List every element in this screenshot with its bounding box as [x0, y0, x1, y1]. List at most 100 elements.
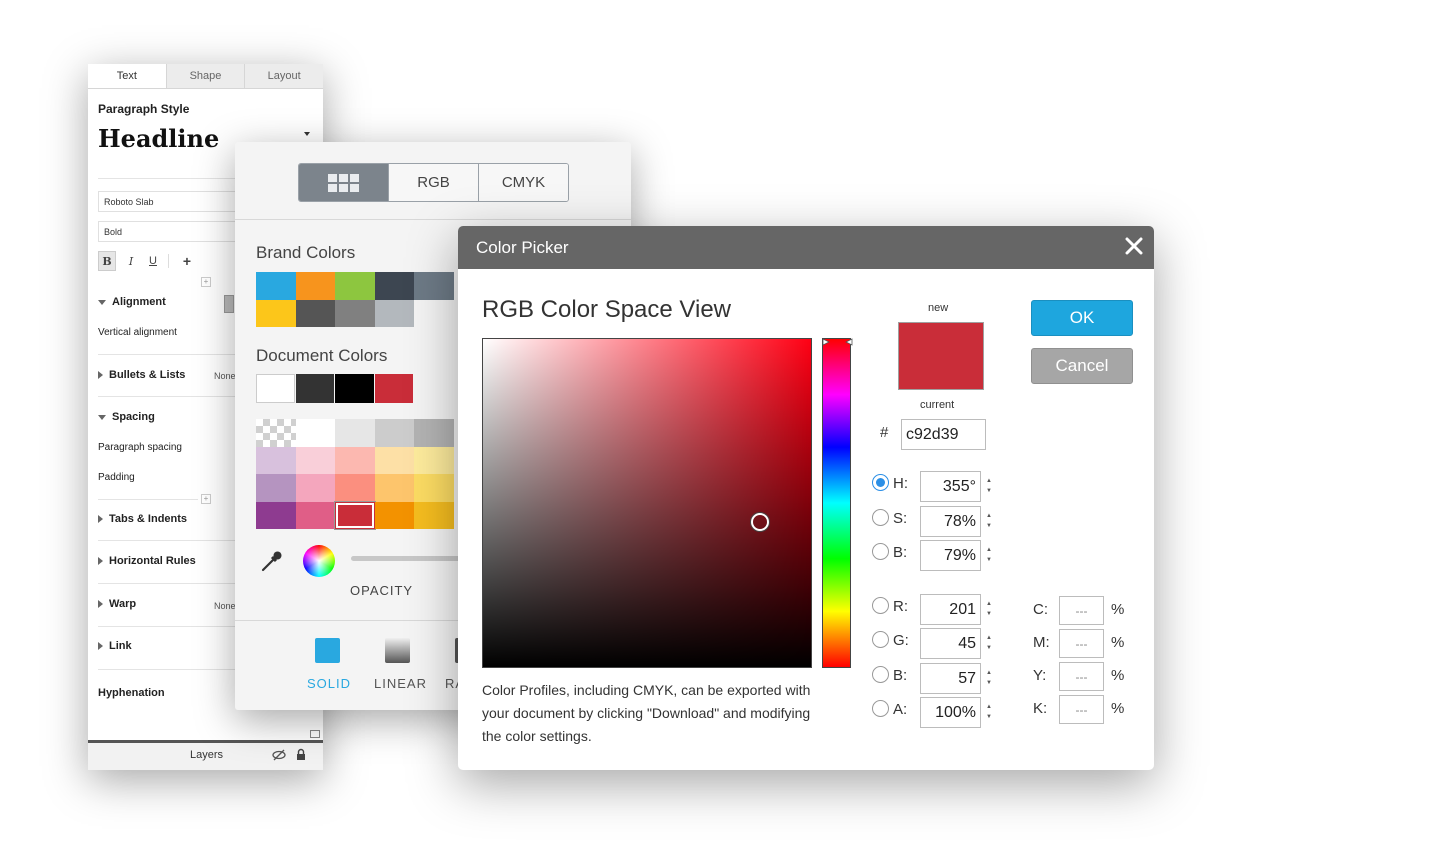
saturation-stepper[interactable]: ▲ ▼: [985, 511, 993, 531]
yellow-input[interactable]: ---: [1059, 662, 1104, 691]
alpha-radio[interactable]: [872, 700, 889, 717]
color-swatch[interactable]: [256, 374, 295, 403]
section-horizontal-rules[interactable]: Horizontal Rules: [98, 555, 196, 567]
tab-layout[interactable]: Layout: [244, 64, 323, 88]
color-swatch[interactable]: [335, 419, 375, 447]
bullets-select[interactable]: None: [214, 371, 236, 381]
add-icon[interactable]: +: [201, 277, 211, 287]
color-swatch[interactable]: [374, 501, 414, 529]
tab-text[interactable]: Text: [88, 64, 166, 88]
alpha-stepper[interactable]: ▲ ▼: [985, 702, 993, 722]
tab-rgb[interactable]: RGB: [388, 164, 478, 201]
color-swatch[interactable]: [295, 419, 335, 447]
warp-select[interactable]: None: [214, 601, 236, 611]
hue-radio[interactable]: [872, 474, 889, 491]
hue-handle[interactable]: [822, 338, 853, 346]
section-warp[interactable]: Warp: [98, 598, 136, 610]
red-radio[interactable]: [872, 597, 889, 614]
saturation-brightness-field[interactable]: [482, 338, 812, 668]
color-swatch[interactable]: [374, 446, 414, 474]
color-swatch[interactable]: [414, 419, 454, 447]
section-spacing[interactable]: Spacing: [98, 411, 155, 423]
color-swatch[interactable]: [414, 272, 454, 300]
color-swatch[interactable]: [374, 299, 414, 327]
red-input[interactable]: 201: [920, 594, 981, 625]
fill-linear-label[interactable]: LINEAR: [374, 676, 427, 691]
tab-shape[interactable]: Shape: [165, 64, 245, 88]
color-swatch[interactable]: [414, 474, 454, 502]
hidden-eye-icon[interactable]: [272, 749, 286, 761]
color-swatch[interactable]: [295, 501, 335, 529]
brightness-radio[interactable]: [872, 543, 889, 560]
section-bullets-lists[interactable]: Bullets & Lists: [98, 369, 185, 381]
chevron-down-icon[interactable]: [304, 132, 310, 136]
italic-button[interactable]: I: [122, 251, 140, 271]
fill-solid-label[interactable]: SOLID: [307, 676, 351, 691]
green-input[interactable]: 45: [920, 628, 981, 659]
paragraph-style-select[interactable]: Headline: [98, 124, 219, 153]
green-radio[interactable]: [872, 631, 889, 648]
hue-input[interactable]: 355°: [920, 471, 981, 502]
color-swatch[interactable]: [256, 272, 296, 300]
color-swatch[interactable]: [374, 272, 414, 300]
transparent-swatch[interactable]: [256, 419, 296, 447]
alignment-button[interactable]: [224, 295, 234, 313]
saturation-input[interactable]: 78%: [920, 506, 981, 537]
blue-input[interactable]: 57: [920, 663, 981, 694]
section-tabs-indents[interactable]: Tabs & Indents: [98, 513, 187, 525]
brightness-input[interactable]: 79%: [920, 540, 981, 571]
color-swatch[interactable]: [335, 474, 375, 502]
tab-cmyk[interactable]: CMYK: [478, 164, 568, 201]
hue-stepper[interactable]: ▲ ▼: [985, 476, 993, 496]
resize-icon[interactable]: [310, 730, 320, 738]
hex-input[interactable]: c92d39: [901, 419, 986, 450]
cancel-button[interactable]: Cancel: [1031, 348, 1133, 384]
color-swatch[interactable]: [374, 419, 414, 447]
color-swatch[interactable]: [295, 474, 335, 502]
color-swatch[interactable]: [295, 299, 335, 327]
black-input[interactable]: ---: [1059, 695, 1104, 724]
color-swatch[interactable]: [335, 299, 375, 327]
layers-bar[interactable]: Layers: [88, 740, 323, 770]
green-stepper[interactable]: ▲ ▼: [985, 633, 993, 653]
red-stepper[interactable]: ▲ ▼: [985, 599, 993, 619]
hue-slider[interactable]: [822, 338, 853, 668]
section-alignment[interactable]: Alignment: [98, 296, 166, 308]
section-link[interactable]: Link: [98, 640, 132, 652]
add-icon[interactable]: +: [201, 494, 211, 504]
color-swatch[interactable]: [414, 446, 454, 474]
color-swatch[interactable]: [295, 374, 334, 403]
brightness-stepper[interactable]: ▲ ▼: [985, 545, 993, 565]
magenta-input[interactable]: ---: [1059, 629, 1104, 658]
color-wheel-icon[interactable]: [303, 545, 335, 577]
bold-button[interactable]: B: [98, 251, 116, 271]
color-swatch[interactable]: [256, 474, 296, 502]
solid-fill-icon[interactable]: [315, 638, 340, 663]
linear-fill-icon[interactable]: [385, 638, 410, 663]
color-swatch[interactable]: [335, 374, 374, 403]
color-swatch[interactable]: [256, 446, 296, 474]
underline-button[interactable]: U: [144, 251, 162, 271]
color-swatch[interactable]: [256, 299, 296, 327]
cyan-input[interactable]: ---: [1059, 596, 1104, 625]
lock-icon[interactable]: [296, 748, 306, 761]
color-swatch[interactable]: [335, 501, 375, 529]
blue-stepper[interactable]: ▲ ▼: [985, 668, 993, 688]
color-swatch[interactable]: [374, 474, 414, 502]
close-icon[interactable]: [1124, 236, 1144, 256]
color-cursor[interactable]: [751, 513, 769, 531]
tab-swatches[interactable]: [299, 164, 388, 201]
add-format-button[interactable]: +: [178, 251, 196, 271]
color-swatch[interactable]: [335, 446, 375, 474]
color-swatch[interactable]: [256, 501, 296, 529]
color-swatch[interactable]: [335, 272, 375, 300]
ok-button[interactable]: OK: [1031, 300, 1133, 336]
eyedropper-icon[interactable]: [259, 548, 285, 574]
color-swatch[interactable]: [374, 374, 413, 403]
saturation-radio[interactable]: [872, 509, 889, 526]
alpha-input[interactable]: 100%: [920, 697, 981, 728]
blue-radio[interactable]: [872, 666, 889, 683]
color-swatch[interactable]: [414, 501, 454, 529]
color-swatch[interactable]: [295, 446, 335, 474]
color-swatch[interactable]: [295, 272, 335, 300]
